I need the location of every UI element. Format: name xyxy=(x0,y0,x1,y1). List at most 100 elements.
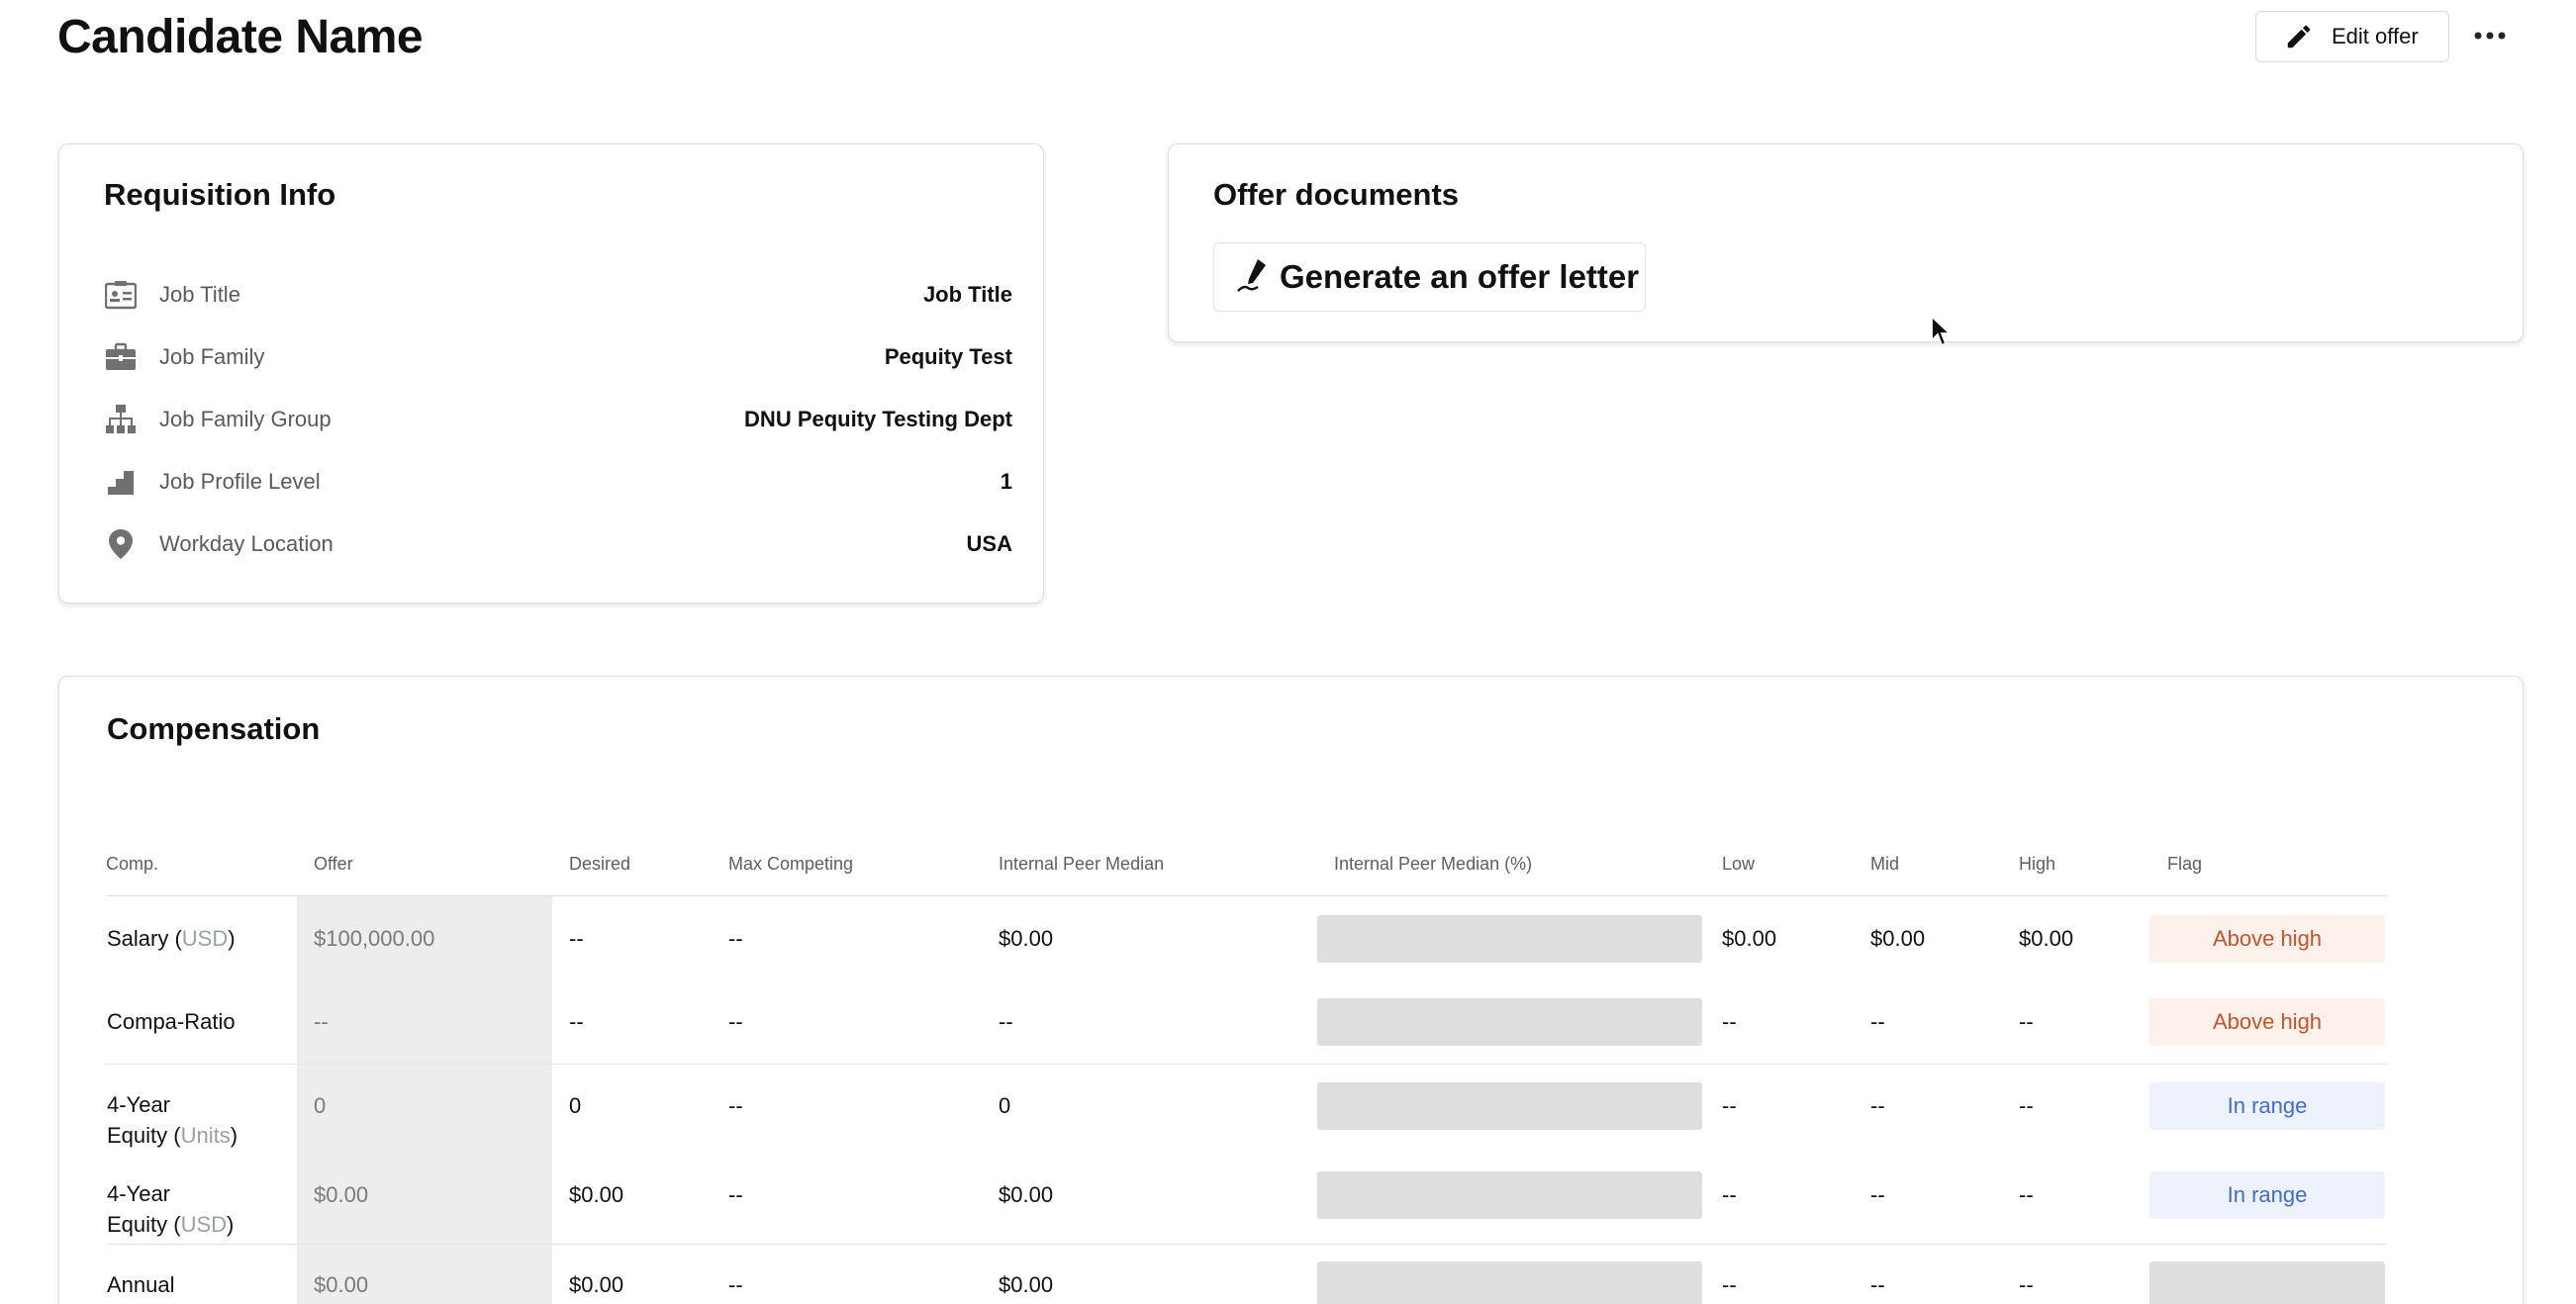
generate-offer-letter-button[interactable]: Generate an offer letter xyxy=(1213,242,1646,312)
mid-value: $0.00 xyxy=(1870,926,1926,951)
generate-offer-letter-label: Generate an offer letter xyxy=(1280,258,1640,295)
flag-badge: Above high xyxy=(2149,998,2385,1046)
offer-value: $0.00 xyxy=(314,1272,369,1297)
req-value-job-title: Job Title xyxy=(922,282,1012,307)
req-label-job-profile-level: Job Profile Level xyxy=(159,469,321,494)
column-header-max-competing: Max Competing xyxy=(728,854,854,874)
low-value: $0.00 xyxy=(1722,926,1777,951)
req-row-job-title: Job Title Job Title xyxy=(104,275,1058,315)
stairs-icon xyxy=(104,465,138,499)
mid-value: -- xyxy=(1870,1093,1885,1118)
mid-value: -- xyxy=(1870,1009,1885,1034)
max-competing-value: -- xyxy=(728,1272,743,1297)
desired-value: -- xyxy=(569,926,584,951)
column-header-low: Low xyxy=(1722,854,1756,874)
column-header-offer: Offer xyxy=(314,854,353,874)
offer-documents-title: Offer documents xyxy=(1213,177,1460,212)
row-label: 4-Year Equity (USD) xyxy=(107,1181,235,1237)
edit-offer-label: Edit offer xyxy=(2332,24,2419,48)
req-value-job-profile-level: 1 xyxy=(1000,469,1012,494)
desired-value: $0.00 xyxy=(569,1272,624,1297)
peer-median-value: $0.00 xyxy=(999,926,1054,951)
mid-value: -- xyxy=(1870,1182,1885,1207)
pencil-icon xyxy=(2284,21,2316,52)
low-value: -- xyxy=(1722,1182,1737,1207)
column-header-peer-median-pct: Internal Peer Median (%) xyxy=(1334,854,1533,874)
low-value: -- xyxy=(1722,1093,1737,1118)
req-label-job-title: Job Title xyxy=(159,282,240,307)
column-header-flag: Flag xyxy=(2167,854,2203,874)
max-competing-value: -- xyxy=(728,926,743,951)
offer-value: -- xyxy=(314,1009,329,1034)
column-header-mid: Mid xyxy=(1870,854,1900,874)
location-pin-icon xyxy=(104,527,138,561)
column-header-peer-median: Internal Peer Median xyxy=(999,854,1165,874)
req-row-job-profile-level: Job Profile Level 1 xyxy=(104,462,1058,502)
flag-badge: In range xyxy=(2149,1171,2385,1219)
req-label-job-family: Job Family xyxy=(159,344,265,369)
unit-label: USD xyxy=(181,926,229,951)
requisition-info-card: Requisition Info Job Title Job Title Job… xyxy=(58,143,1044,604)
desired-value: $0.00 xyxy=(569,1182,624,1207)
peer-median-value: -- xyxy=(999,1009,1013,1034)
column-header-comp: Comp. xyxy=(106,854,159,874)
peer-median-bar xyxy=(1317,1082,1702,1130)
high-value: -- xyxy=(2019,1093,2034,1118)
row-label: 4-Year Equity (Units) xyxy=(107,1092,239,1148)
req-label-job-family-group: Job Family Group xyxy=(159,407,332,431)
flag-badge: Above high xyxy=(2149,915,2385,963)
signature-pen-icon xyxy=(1236,257,1272,297)
mouse-cursor-icon xyxy=(1930,314,1954,348)
high-value: -- xyxy=(2019,1272,2034,1297)
high-value: $0.00 xyxy=(2019,926,2074,951)
flag-badge: In range xyxy=(2149,1082,2385,1130)
mid-value: -- xyxy=(1870,1272,1885,1297)
page-title: Candidate Name xyxy=(57,11,424,63)
offer-value: 0 xyxy=(314,1093,327,1118)
offer-value: $0.00 xyxy=(314,1182,369,1207)
column-header-desired: Desired xyxy=(569,854,631,874)
peer-median-bar xyxy=(1317,998,1702,1046)
offer-value: $100,000.00 xyxy=(314,926,435,951)
max-competing-value: -- xyxy=(728,1093,743,1118)
more-horizontal-icon xyxy=(2474,28,2506,46)
desired-value: -- xyxy=(569,1009,584,1034)
req-value-workday-location: USA xyxy=(966,531,1012,556)
max-competing-value: -- xyxy=(728,1182,743,1207)
req-row-workday-location: Workday Location USA xyxy=(104,524,1058,564)
low-value: -- xyxy=(1722,1272,1737,1297)
req-value-job-family-group: DNU Pequity Testing Dept xyxy=(744,407,1012,431)
id-card-icon xyxy=(104,278,138,312)
req-label-workday-location: Workday Location xyxy=(159,531,334,556)
edit-offer-button[interactable]: Edit offer xyxy=(2255,11,2449,62)
peer-median-value: 0 xyxy=(999,1093,1011,1118)
table-group-divider xyxy=(106,1244,2387,1245)
table-group-divider xyxy=(106,1064,2387,1065)
row-label: Annual xyxy=(107,1272,175,1297)
briefcase-icon xyxy=(104,340,138,374)
peer-median-bar xyxy=(1317,1261,1702,1304)
column-header-high: High xyxy=(2019,854,2056,874)
req-row-job-family: Job Family Pequity Test xyxy=(104,337,1058,377)
offer-documents-card: Offer documents Generate an offer letter xyxy=(1168,143,2524,342)
high-value: -- xyxy=(2019,1009,2034,1034)
compensation-title: Compensation xyxy=(107,711,321,746)
req-row-job-family-group: Job Family Group DNU Pequity Testing Dep… xyxy=(104,400,1058,439)
more-options-button[interactable] xyxy=(2470,20,2510,53)
flag-badge xyxy=(2149,1261,2385,1304)
table-header-divider xyxy=(106,895,2387,896)
org-chart-icon xyxy=(104,403,138,436)
max-competing-value: -- xyxy=(728,1009,743,1034)
desired-value: 0 xyxy=(569,1093,582,1118)
row-label: Salary (USD) xyxy=(107,926,236,951)
peer-median-bar xyxy=(1317,915,1702,963)
unit-label: USD xyxy=(180,1212,228,1237)
peer-median-value: $0.00 xyxy=(999,1272,1054,1297)
unit-label: Units xyxy=(180,1123,231,1148)
peer-median-value: $0.00 xyxy=(999,1182,1054,1207)
peer-median-bar xyxy=(1317,1171,1702,1219)
high-value: -- xyxy=(2019,1182,2034,1207)
row-label: Compa-Ratio xyxy=(107,1009,236,1034)
requisition-info-title: Requisition Info xyxy=(104,177,336,212)
low-value: -- xyxy=(1722,1009,1737,1034)
